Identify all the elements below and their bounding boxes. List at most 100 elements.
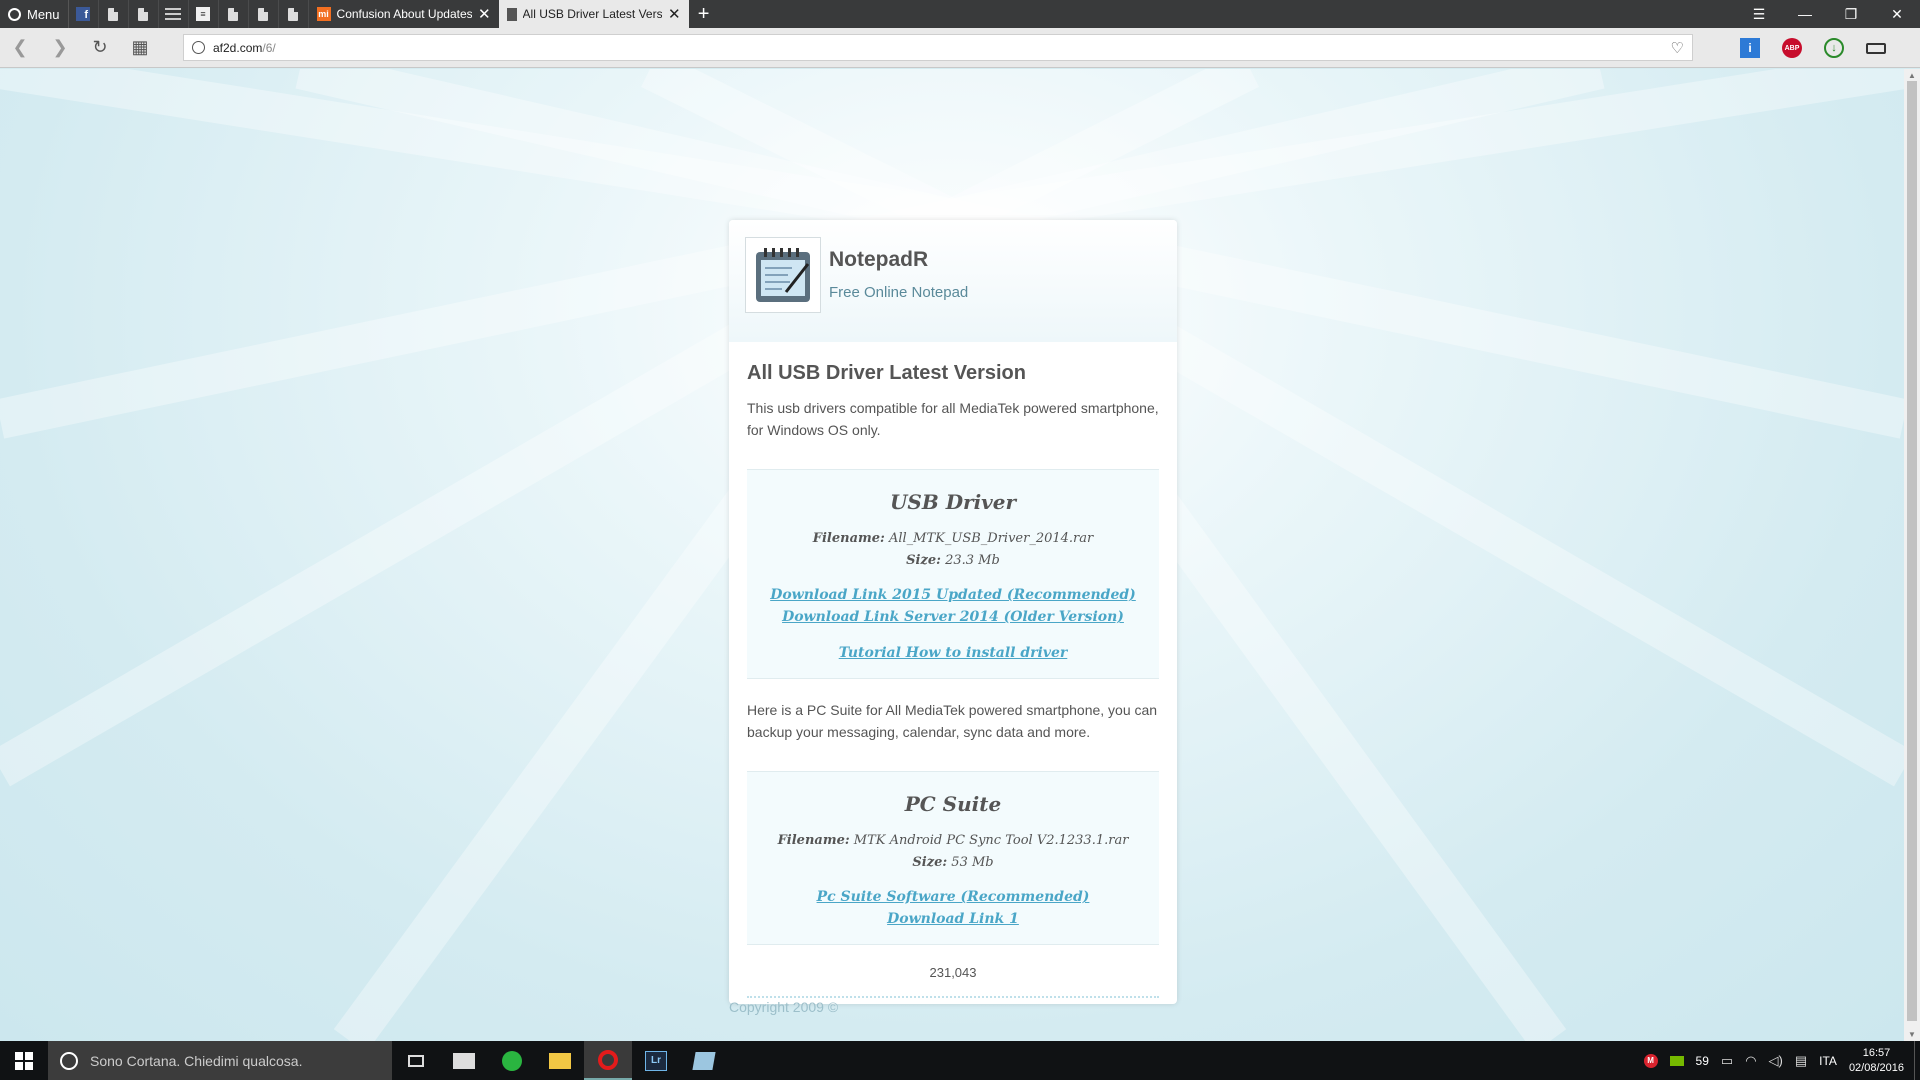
pinned-tab-4[interactable]: ≡ [189,0,219,28]
size-label: Size: [912,855,948,870]
url-text: af2d.com/6/ [213,41,276,55]
whatsapp-app[interactable] [488,1041,536,1080]
mail-app[interactable] [440,1041,488,1080]
close-icon[interactable]: ✕ [478,5,491,23]
window-controls: ☰ — ❐ ✕ [1736,0,1920,28]
facebook-icon: f [76,7,91,21]
wifi-icon[interactable]: ◠ [1745,1053,1756,1069]
article: All USB Driver Latest Version This usb d… [729,342,1177,441]
download-link-2014[interactable]: Download Link Server 2014 (Older Version… [755,606,1151,628]
scroll-up-arrow[interactable]: ▲ [1904,71,1920,80]
document-icon [108,7,119,21]
page-scrollbar[interactable]: ▲ ▼ [1904,69,1920,1041]
document-icon [506,7,517,21]
site-title[interactable]: NotepadR [829,248,928,272]
speed-dial-button[interactable]: ▦ [120,28,160,68]
cortana-icon [60,1051,78,1070]
site-tagline: Free Online Notepad [829,284,969,301]
cortana-search[interactable]: Sono Cortana. Chiedimi qualcosa. [48,1041,392,1080]
notifications-icon[interactable]: ▤ [1795,1053,1807,1069]
adblock-plus-icon[interactable]: ABP [1782,38,1802,58]
pinned-tab-3[interactable] [159,0,189,28]
scroll-down-arrow[interactable]: ▼ [1904,1030,1920,1039]
mega-icon[interactable]: M [1643,1053,1658,1068]
pc-filename: MTK Android PC Sync Tool V2.1233.1.rar [853,833,1129,848]
pinned-tab-facebook[interactable]: f [69,0,99,28]
pinned-tab-2[interactable] [129,0,159,28]
clock-date: 02/08/2016 [1848,1061,1904,1074]
close-icon[interactable]: ✕ [668,5,681,23]
system-tray: M 59 ▭ ◠ ◁) ▤ ITA 16:57 02/08/2016 [1643,1046,1914,1076]
lightroom-app[interactable]: Lr [632,1041,680,1080]
opera-menu-button[interactable]: Menu [0,0,69,28]
pinned-tab-1[interactable] [99,0,129,28]
mi-icon: mi [316,7,331,21]
tray-temperature[interactable]: 59 [1696,1054,1709,1068]
minimize-button[interactable]: — [1782,0,1828,28]
url-host: af2d.com [213,40,263,55]
extensions-area: i ABP ↓ [1740,28,1886,68]
browser-tab-strip: Menu f ≡ mi Confusion About Updates ✕ Al… [0,0,1920,28]
clock[interactable]: 16:57 02/08/2016 [1849,1046,1904,1076]
reload-button[interactable]: ↻ [80,28,120,68]
content-card: NotepadR Free Online Notepad All USB Dri… [729,220,1177,1004]
notepad-logo[interactable] [745,237,821,313]
extension-info-icon[interactable]: i [1740,38,1760,58]
notepad-icon [692,1051,716,1070]
tab-menu-icon[interactable]: ☰ [1736,0,1782,28]
pinned-tab-5[interactable] [219,0,249,28]
opera-app[interactable] [584,1041,632,1080]
pc-suite-software-link[interactable]: Pc Suite Software (Recommended) [755,886,1151,908]
bookmark-heart-icon[interactable]: ♡ [1671,39,1684,57]
volume-icon[interactable]: ◁) [1769,1053,1783,1069]
notepad-app[interactable] [680,1041,728,1080]
start-button[interactable] [0,1041,48,1080]
usb-driver-heading: USB Driver [889,490,1017,514]
lightroom-icon: Lr [645,1050,667,1071]
filename-label: Filename: [777,833,850,848]
windows-taskbar: Sono Cortana. Chiedimi qualcosa. Lr M 59… [0,1041,1920,1080]
download-icon[interactable]: ↓ [1824,38,1844,58]
menu-label: Menu [27,6,60,22]
pc-size: 53 Mb [951,855,994,870]
nvidia-icon[interactable] [1669,1055,1684,1066]
clock-time: 16:57 [1862,1046,1891,1059]
address-bar[interactable]: af2d.com/6/ ♡ [183,34,1693,61]
pc-download-links: Pc Suite Software (Recommended) Download… [755,886,1151,930]
document-icon [138,7,149,21]
download-link-2015[interactable]: Download Link 2015 Updated (Recommended) [755,584,1151,606]
bars-icon [165,8,182,20]
tab-confusion-about-updates[interactable]: mi Confusion About Updates ✕ [308,0,499,28]
scroll-thumb[interactable] [1907,81,1917,1021]
battery-saver-icon[interactable] [1866,42,1886,54]
close-window-button[interactable]: ✕ [1874,0,1920,28]
pinned-tab-6[interactable] [249,0,279,28]
restore-button[interactable]: ❐ [1828,0,1874,28]
url-path: /6/ [262,40,276,55]
notepad-icon [756,248,810,302]
forward-button[interactable]: ❯ [40,28,80,68]
language-indicator[interactable]: ITA [1819,1054,1837,1068]
intro-text: This usb drivers compatible for all Medi… [747,400,1159,438]
page-icon: ≡ [196,7,211,21]
pinned-tab-7[interactable] [279,0,309,28]
back-button[interactable]: ❮ [0,28,40,68]
pc-suite-box: PC Suite Filename: MTK Android PC Sync T… [747,771,1159,945]
usb-download-links: Download Link 2015 Updated (Recommended)… [755,584,1151,664]
tutorial-link[interactable]: Tutorial How to install driver [755,642,1151,664]
usb-driver-box: USB Driver Filename: All_MTK_USB_Driver_… [747,469,1159,679]
tab-title: All USB Driver Latest Versio [522,7,662,21]
whatsapp-icon [502,1050,522,1071]
document-icon [228,7,239,21]
show-desktop-button[interactable] [1914,1041,1920,1080]
opera-icon [598,1049,618,1070]
task-view-button[interactable] [392,1041,440,1080]
battery-icon[interactable]: ▭ [1721,1053,1733,1069]
page-title: All USB Driver Latest Version [747,362,1026,384]
file-explorer-app[interactable] [536,1041,584,1080]
pc-download-link-1[interactable]: Download Link 1 [755,908,1151,930]
pc-suite-intro: Here is a PC Suite for All MediaTek powe… [747,702,1158,740]
windows-logo-icon [15,1051,33,1070]
new-tab-button[interactable]: + [689,3,719,26]
tab-all-usb-driver[interactable]: All USB Driver Latest Versio ✕ [498,0,689,28]
